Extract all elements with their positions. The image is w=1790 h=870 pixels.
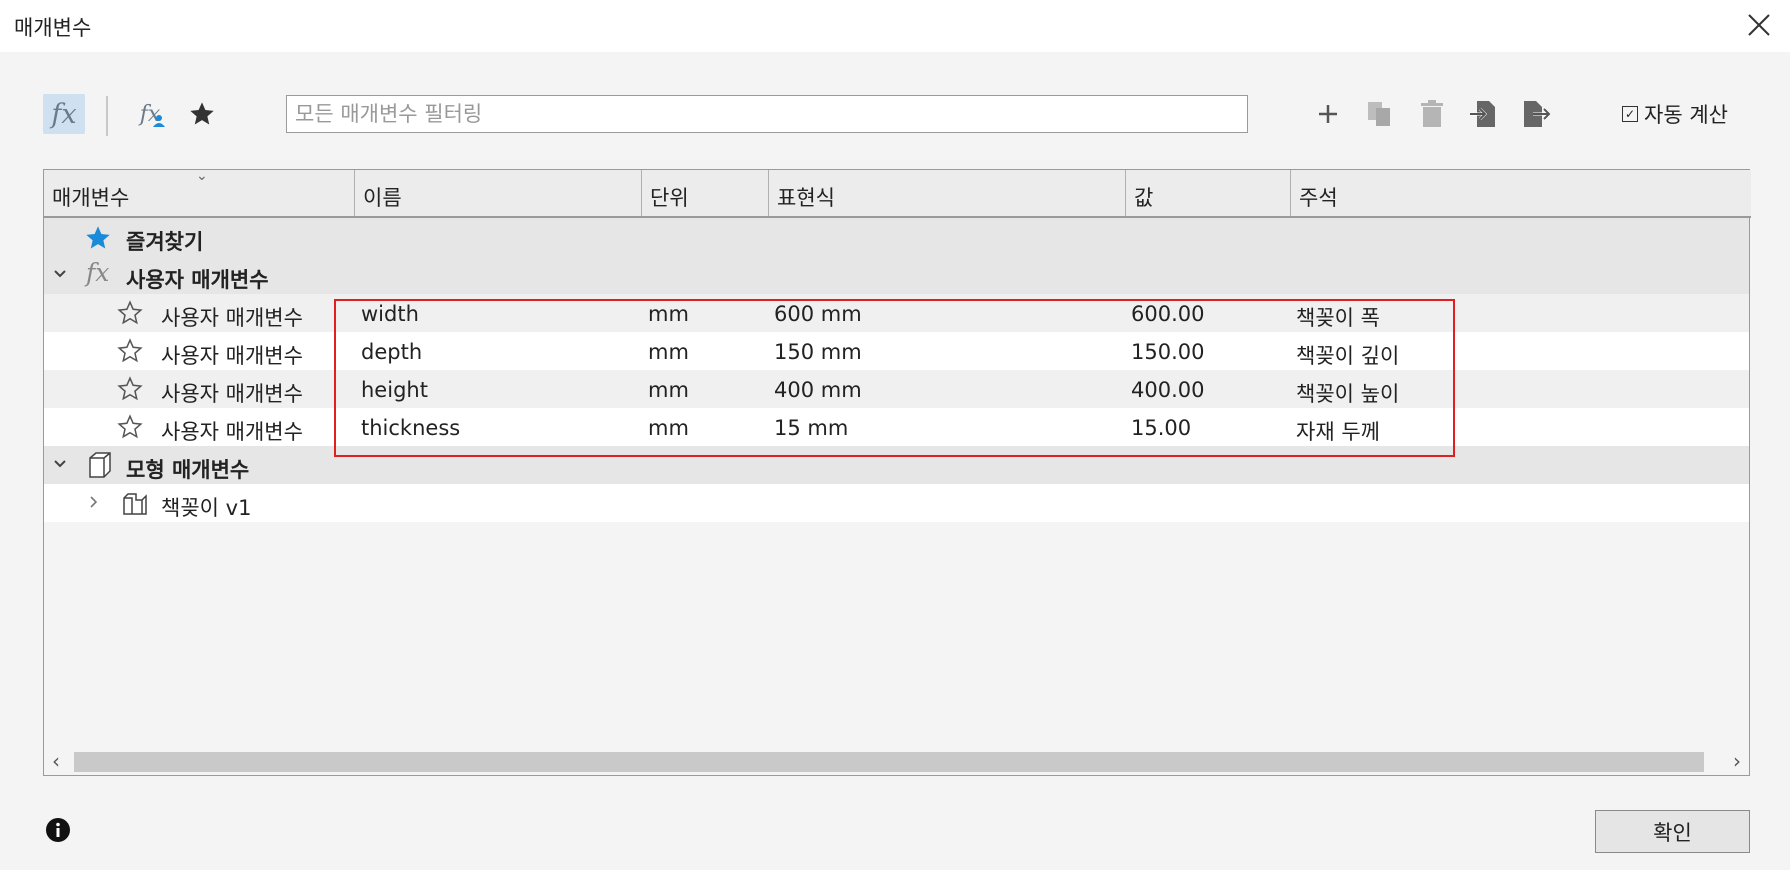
plus-icon [1319,105,1337,123]
horizontal-scrollbar[interactable]: ‹ › [44,748,1749,775]
row-expression[interactable]: 600 mm [774,302,862,326]
close-icon[interactable] [1746,12,1772,38]
row-value: 150.00 [1131,340,1205,364]
info-icon[interactable] [46,818,70,842]
chevron-right-icon[interactable] [86,494,102,510]
row-type: 사용자 매개변수 [161,344,303,368]
import-button[interactable] [1466,94,1502,134]
column-header-comment[interactable]: 주석 [1291,170,1749,216]
star-outline-icon[interactable] [117,376,143,402]
parameters-table: ⌄ 매개변수 이름 단위 표현식 값 주석 즐겨찾기 fx 사용자 매개변수 사… [43,168,1751,776]
row-comment[interactable]: 책꽂이 깊이 [1296,340,1399,370]
user-parameters-label: 사용자 매개변수 [126,268,269,292]
user-badge-icon [153,115,165,127]
toolbar: fx fx ✓ [0,90,1790,140]
column-header-name[interactable]: 이름 [355,170,642,216]
delete-parameter-button[interactable] [1414,94,1450,134]
table-row[interactable]: 사용자 매개변수 height mm 400 mm 400.00 책꽂이 높이 [44,370,1749,408]
row-name[interactable]: height [361,378,428,402]
chevron-down-icon[interactable] [52,456,68,472]
table-row[interactable]: 사용자 매개변수 thickness mm 15 mm 15.00 자재 두께 [44,408,1749,446]
row-type: 사용자 매개변수 [161,420,303,444]
scroll-left-icon[interactable]: ‹ [52,749,60,773]
checkbox-icon: ✓ [1622,106,1638,122]
add-parameter-button[interactable] [1310,94,1346,134]
row-expression[interactable]: 15 mm [774,416,848,440]
column-header-value[interactable]: 값 [1126,170,1291,216]
chevron-down-icon[interactable] [52,266,68,282]
row-expression[interactable]: 400 mm [774,378,862,402]
trash-icon [1421,100,1443,127]
all-parameters-fx-button[interactable]: fx [43,94,85,134]
row-name[interactable]: depth [361,340,422,364]
column-header-parameter[interactable]: ⌄ 매개변수 [44,168,355,216]
user-parameters-group-row[interactable]: fx 사용자 매개변수 [44,256,1749,294]
column-header-expression[interactable]: 표현식 [769,170,1126,216]
star-icon [190,102,214,125]
row-comment[interactable]: 책꽂이 폭 [1296,302,1380,332]
star-outline-icon[interactable] [117,414,143,440]
auto-calc-label: 자동 계산 [1644,103,1728,127]
row-unit[interactable]: mm [648,416,689,440]
cube-icon [84,450,114,480]
model-parameters-group-row[interactable]: 모형 매개변수 [44,446,1749,484]
row-type: 사용자 매개변수 [161,306,303,330]
row-unit[interactable]: mm [648,378,689,402]
row-comment[interactable]: 책꽂이 높이 [1296,378,1399,408]
model-parameters-label: 모형 매개변수 [126,458,250,482]
model-component-label: 책꽂이 v1 [161,496,252,520]
scroll-right-icon[interactable]: › [1733,749,1741,773]
model-component-row[interactable]: 책꽂이 v1 [44,484,1749,522]
export-button[interactable] [1518,94,1554,134]
row-unit[interactable]: mm [648,302,689,326]
title-bar: 매개변수 [0,0,1790,52]
row-value: 15.00 [1131,416,1192,440]
star-outline-icon[interactable] [117,338,143,364]
star-outline-icon[interactable] [117,300,143,326]
table-row[interactable]: 사용자 매개변수 depth mm 150 mm 150.00 책꽂이 깊이 [44,332,1749,370]
row-unit[interactable]: mm [648,340,689,364]
toolbar-separator [106,96,108,136]
table-header: ⌄ 매개변수 이름 단위 표현식 값 주석 [44,168,1751,218]
component-icon [120,488,150,518]
fx-icon: fx [51,98,77,130]
chevron-down-icon: ⌄ [196,168,208,184]
column-header-unit[interactable]: 단위 [642,170,769,216]
auto-calc-checkbox[interactable]: ✓ 자동 계산 [1622,99,1728,129]
row-value: 400.00 [1131,378,1205,402]
favorites-group-row[interactable]: 즐겨찾기 [44,218,1749,256]
import-icon [1470,101,1495,127]
export-icon [1524,101,1551,127]
copy-icon [1368,102,1390,126]
dialog-title: 매개변수 [14,16,92,40]
copy-parameter-button[interactable] [1362,94,1398,134]
row-value: 600.00 [1131,302,1205,326]
favorites-label: 즐겨찾기 [126,230,204,254]
row-name[interactable]: width [361,302,419,326]
user-parameters-button[interactable]: fx [130,94,170,134]
fx-icon: fx [86,258,110,287]
filter-input[interactable] [286,95,1248,133]
row-type: 사용자 매개변수 [161,382,303,406]
ok-button[interactable]: 확인 [1595,810,1750,853]
star-icon [84,224,112,252]
table-row[interactable]: 사용자 매개변수 width mm 600 mm 600.00 책꽂이 폭 [44,294,1749,332]
row-name[interactable]: thickness [361,416,460,440]
scrollbar-thumb[interactable] [74,752,1704,772]
favorites-filter-button[interactable] [182,94,222,134]
row-expression[interactable]: 150 mm [774,340,862,364]
row-comment[interactable]: 자재 두께 [1296,416,1380,446]
